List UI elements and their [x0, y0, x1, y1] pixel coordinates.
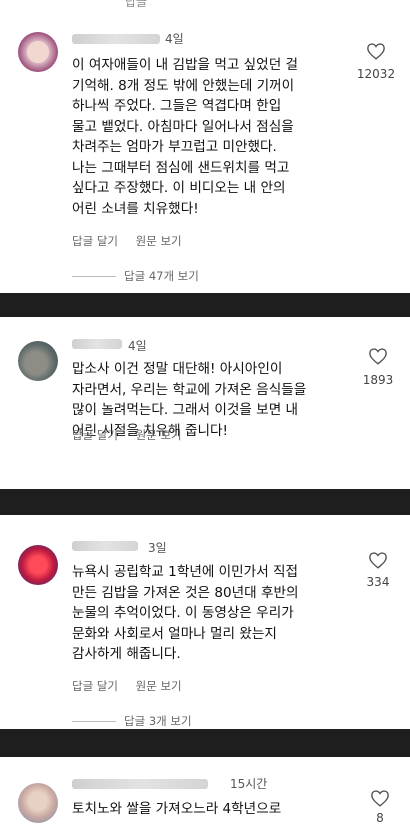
- comment-actions: 답글 달기 원문 보기: [72, 427, 196, 443]
- reply-button[interactable]: 답글 달기: [72, 679, 118, 693]
- reply-divider-line: [72, 275, 116, 277]
- avatar[interactable]: [18, 341, 58, 381]
- avatar[interactable]: [18, 32, 58, 72]
- comment-text: 뉴욕시 공립학교 1학년에 이민가서 직접 만든 김밥을 가져온 것은 80년대…: [72, 564, 299, 662]
- comment-text: 이 여자애들이 내 김밥을 먹고 싶었던 걸 기억해. 8개 정도 밖에 안했는…: [72, 57, 299, 217]
- comment-time: 15시간: [230, 777, 268, 791]
- heart-icon[interactable]: [368, 551, 388, 569]
- comment-actions: 답글 달기 원문 보기: [72, 678, 196, 694]
- view-replies-button[interactable]: 답글 3개 보기: [72, 713, 192, 729]
- like-count: 1893: [362, 373, 394, 387]
- heart-icon[interactable]: [370, 789, 390, 807]
- like-count: 12032: [356, 67, 396, 81]
- avatar[interactable]: [18, 545, 58, 585]
- translate-button[interactable]: 원문 보기: [136, 679, 182, 693]
- comment-time: 3일: [148, 541, 167, 555]
- comment-4: 15시간 토치노와 쌀을 가져오느라 4학년으로 8: [0, 757, 410, 825]
- comment-3: 3일 뉴욕시 공립학교 1학년에 이민가서 직접 만든 김밥을 가져온 것은 8…: [0, 515, 410, 729]
- heart-icon[interactable]: [366, 42, 386, 60]
- translate-button[interactable]: 원문 보기: [136, 428, 182, 442]
- comment-separator: [0, 293, 410, 317]
- reply-button[interactable]: 답글 달기: [72, 234, 118, 248]
- username-blurred[interactable]: [72, 541, 138, 551]
- comment-separator: [0, 489, 410, 515]
- view-replies-button[interactable]: 답글 47개 보기: [72, 268, 199, 284]
- view-replies-label[interactable]: 답글 47개 보기: [124, 268, 199, 284]
- comment-time: 4일: [128, 339, 147, 353]
- username-blurred[interactable]: [72, 34, 160, 44]
- username-blurred[interactable]: [72, 339, 122, 349]
- avatar[interactable]: [18, 783, 58, 823]
- username-blurred[interactable]: [72, 779, 208, 789]
- comment-1: 4일 이 여자애들이 내 김밥을 먹고 싶었던 걸 기억해. 8개 정도 밖에 …: [0, 0, 410, 292]
- comment-separator: [0, 729, 410, 757]
- translate-button[interactable]: 원문 보기: [136, 234, 182, 248]
- comment-text: 토치노와 쌀을 가져오느라 4학년으로: [72, 801, 282, 817]
- heart-icon[interactable]: [368, 347, 388, 365]
- reply-button[interactable]: 답글 달기: [72, 428, 118, 442]
- reply-divider-line: [72, 720, 116, 722]
- comment-2: 4일 맙소사 이건 정말 대단해! 아시아인이 자라면서, 우리는 학교에 가져…: [0, 317, 410, 489]
- like-count: 8: [376, 811, 384, 825]
- view-replies-label[interactable]: 답글 3개 보기: [124, 713, 192, 729]
- like-count: 334: [366, 575, 390, 589]
- comment-time: 4일: [165, 32, 184, 46]
- comment-actions: 답글 달기 원문 보기: [72, 233, 196, 249]
